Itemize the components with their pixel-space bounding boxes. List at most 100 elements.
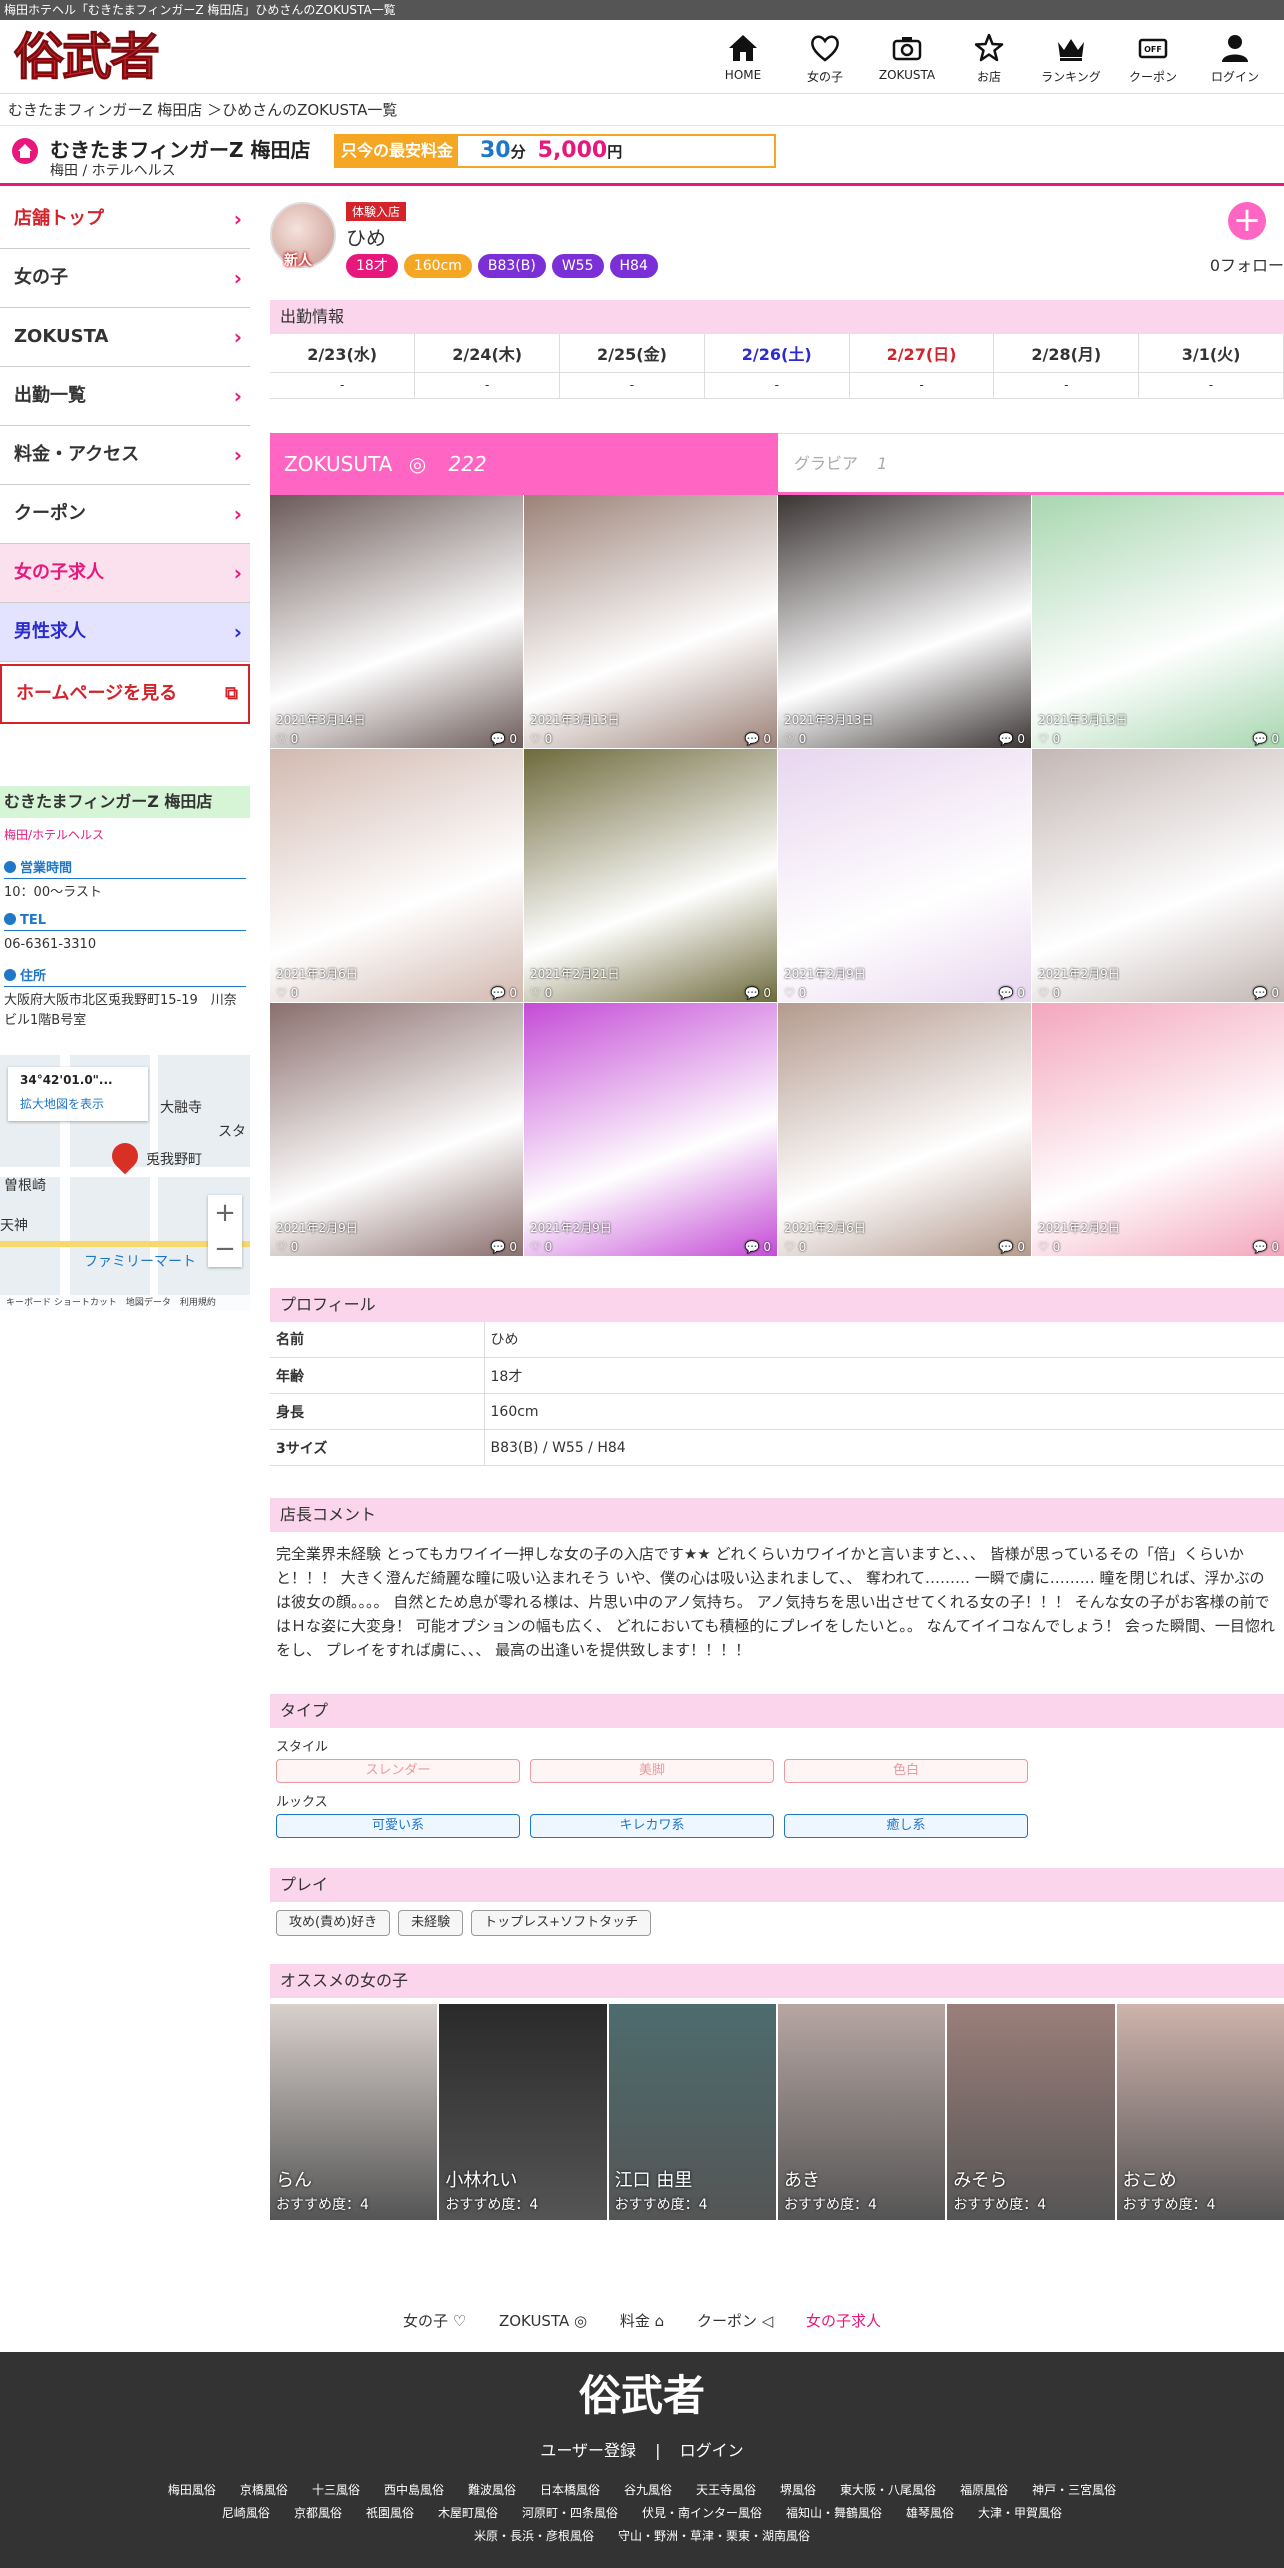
footer-nav-girls[interactable]: 女の子 ♡ bbox=[403, 2312, 466, 2330]
recommended-girl-card[interactable]: おこめ おすすめ度：4 bbox=[1116, 2004, 1284, 2220]
footer-area-link[interactable]: 堺風俗 bbox=[780, 2479, 816, 2502]
footer-nav: 女の子 ♡ ZOKUSTA ◎ 料金 ⌂ クーポン ◁ 女の子求人 bbox=[0, 2310, 1284, 2331]
follow-button[interactable]: + bbox=[1228, 202, 1266, 240]
schedule-heading: 出勤情報 bbox=[270, 300, 1284, 334]
map-bigger-link[interactable]: 拡大地図を表示 bbox=[20, 1095, 136, 1112]
recommend-heading: オススメの女の子 bbox=[270, 1964, 1284, 1998]
post-grid: 2021年3月14日 ♡ 0 💬 0 2021年3月13日 ♡ 0 💬 0 2021年3月1… bbox=[270, 494, 1284, 1256]
recommended-girl-card[interactable]: らん おすすめ度：4 bbox=[270, 2004, 438, 2220]
register-link[interactable]: ユーザー登録 bbox=[540, 2441, 636, 2460]
homepage-button[interactable]: ホームページを見る ⧉ bbox=[0, 664, 250, 724]
recommend-list: らん おすすめ度：4 小林れい おすすめ度：4 江口 由里 おすすめ度：4 あき おすすめ度：… bbox=[270, 2004, 1284, 2220]
footer-area-link[interactable]: 十三風俗 bbox=[312, 2479, 360, 2502]
tab-gravure[interactable]: グラビア 1 bbox=[778, 432, 1284, 495]
shop-name[interactable]: むきたまフィンガーZ 梅田店 bbox=[50, 134, 310, 163]
tel-value[interactable]: 06-6361-3310 bbox=[0, 931, 250, 955]
nav-shops[interactable]: お店 bbox=[948, 32, 1030, 85]
footer-area-link[interactable]: 守山・野洲・草津・栗東・湖南風俗 bbox=[618, 2525, 810, 2548]
nav-login[interactable]: ログイン bbox=[1194, 32, 1276, 85]
post-thumbnail[interactable]: 2021年2月9日 ♡ 0 💬 0 bbox=[270, 1002, 523, 1256]
footer-area-link[interactable]: 木屋町風俗 bbox=[438, 2502, 498, 2525]
post-comments: 💬 0 bbox=[998, 1239, 1025, 1254]
nav-coupon[interactable]: OFF クーポン bbox=[1112, 32, 1194, 85]
footer-area-link[interactable]: 伏見・南インター風俗 bbox=[642, 2502, 762, 2525]
star-icon bbox=[974, 33, 1004, 62]
footer-area-link[interactable]: 京都風俗 bbox=[294, 2502, 342, 2525]
post-thumbnail[interactable]: 2021年2月21日 ♡ 0 💬 0 bbox=[524, 748, 777, 1002]
post-likes: ♡ 0 bbox=[784, 1239, 807, 1254]
trial-badge: 体験入店 bbox=[346, 202, 407, 221]
footer-area-link[interactable]: 雄琴風俗 bbox=[906, 2502, 954, 2525]
chevron-right-icon: › bbox=[233, 384, 242, 408]
footer-area-link[interactable]: 日本橋風俗 bbox=[540, 2479, 600, 2502]
footer-area-link[interactable]: 天王寺風俗 bbox=[696, 2479, 756, 2502]
footer-nav-zokusta[interactable]: ZOKUSTA ◎ bbox=[499, 2312, 587, 2330]
footer-area-link[interactable]: 難波風俗 bbox=[468, 2479, 516, 2502]
tab-zokusta[interactable]: ZOKUSUTA ◎ 222 bbox=[270, 432, 778, 495]
clock-icon bbox=[4, 861, 16, 873]
recommended-girl-card[interactable]: あき おすすめ度：4 bbox=[777, 2004, 946, 2220]
footer-area-link[interactable]: 祇園風俗 bbox=[366, 2502, 414, 2525]
footer-nav-coupon[interactable]: クーポン ◁ bbox=[697, 2312, 773, 2330]
footer-area-link[interactable]: 東大阪・八尾風俗 bbox=[840, 2479, 936, 2502]
schedule-value: - bbox=[270, 372, 416, 399]
post-thumbnail[interactable]: 2021年3月13日 ♡ 0 💬 0 bbox=[778, 494, 1031, 748]
post-thumbnail[interactable]: 2021年3月13日 ♡ 0 💬 0 bbox=[524, 494, 777, 748]
recommended-girl-card[interactable]: 小林れい おすすめ度：4 bbox=[439, 2004, 607, 2220]
shop-info-category: 梅田/ホテルヘルス bbox=[4, 828, 105, 842]
sidebar-item-girls[interactable]: 女の子 › bbox=[0, 249, 250, 308]
footer-area-link[interactable]: 梅田風俗 bbox=[168, 2479, 216, 2502]
google-map[interactable]: 34°42'01.0"... 拡大地図を表示 兎我野町 曽根崎 ファミリーマート… bbox=[0, 1055, 250, 1311]
style-label: スタイル bbox=[276, 1740, 329, 1755]
post-likes: ♡ 0 bbox=[530, 1239, 553, 1254]
nav-zokusta[interactable]: ZOKUSTA bbox=[866, 32, 948, 85]
sidebar-item-coupon[interactable]: クーポン › bbox=[0, 485, 250, 544]
looks-chips: 可愛い系 キレカワ系 癒し系 bbox=[270, 1810, 1284, 1838]
looks-chip: 癒し系 bbox=[784, 1814, 1028, 1838]
post-thumbnail[interactable]: 2021年2月6日 ♡ 0 💬 0 bbox=[778, 1002, 1031, 1256]
footer-area-link[interactable]: 谷九風俗 bbox=[624, 2479, 672, 2502]
footer-logo[interactable]: 俗武者 bbox=[0, 2352, 1284, 2423]
post-thumbnail[interactable]: 2021年2月2日 ♡ 0 💬 0 bbox=[1032, 1002, 1284, 1256]
sidebar-item-zokusta[interactable]: ZOKUSTA › bbox=[0, 308, 250, 367]
footer-area-link[interactable]: 福原風俗 bbox=[960, 2479, 1008, 2502]
login-link[interactable]: ログイン bbox=[680, 2441, 744, 2460]
footer-area-link[interactable]: 神戸・三宮風俗 bbox=[1032, 2479, 1116, 2502]
nav-home[interactable]: HOME bbox=[702, 32, 784, 85]
post-comments: 💬 0 bbox=[744, 985, 771, 1000]
sidebar-item-girl-jobs[interactable]: 女の子求人 › bbox=[0, 544, 250, 603]
age-tag: 18才 bbox=[346, 254, 398, 278]
footer-nav-girl-jobs[interactable]: 女の子求人 bbox=[806, 2312, 881, 2330]
footer-nav-price[interactable]: 料金 ⌂ bbox=[620, 2312, 664, 2330]
post-thumbnail[interactable]: 2021年2月9日 ♡ 0 💬 0 bbox=[1032, 748, 1284, 1002]
breadcrumb[interactable]: むきたまフィンガーZ 梅田店 ＞ひめさんのZOKUSTA一覧 bbox=[0, 94, 1284, 126]
footer-area-link[interactable]: 河原町・四条風俗 bbox=[522, 2502, 618, 2525]
footer-area-link[interactable]: 尼崎風俗 bbox=[222, 2502, 270, 2525]
type-heading: タイプ bbox=[270, 1694, 1284, 1728]
post-thumbnail[interactable]: 2021年2月9日 ♡ 0 💬 0 bbox=[524, 1002, 777, 1256]
footer-area-link[interactable]: 米原・長浜・彦根風俗 bbox=[474, 2525, 594, 2548]
sidebar-item-price-access[interactable]: 料金・アクセス › bbox=[0, 426, 250, 485]
post-thumbnail[interactable]: 2021年2月9日 ♡ 0 💬 0 bbox=[778, 748, 1031, 1002]
post-thumbnail[interactable]: 2021年3月14日 ♡ 0 💬 0 bbox=[270, 494, 523, 748]
post-thumbnail[interactable]: 2021年3月13日 ♡ 0 💬 0 bbox=[1032, 494, 1284, 748]
sidebar-item-shop-top[interactable]: 店舗トップ › bbox=[0, 190, 250, 249]
footer-area-link[interactable]: 大津・甲賀風俗 bbox=[978, 2502, 1062, 2525]
price-yen-unit: 円 bbox=[607, 143, 623, 161]
nav-ranking[interactable]: ランキング bbox=[1030, 32, 1112, 85]
map-footer[interactable]: キーボード ショートカット 地図データ 利用規約 bbox=[0, 1295, 250, 1311]
site-logo[interactable]: 俗武者 bbox=[14, 27, 161, 86]
address-heading: 住所 bbox=[4, 965, 246, 987]
sidebar-item-schedule[interactable]: 出勤一覧 › bbox=[0, 367, 250, 426]
sidebar-item-male-jobs[interactable]: 男性求人 › bbox=[0, 603, 250, 662]
footer-area-link[interactable]: 福知山・舞鶴風俗 bbox=[786, 2502, 882, 2525]
nav-girls[interactable]: 女の子 bbox=[784, 32, 866, 85]
footer-area-link[interactable]: 西中島風俗 bbox=[384, 2479, 444, 2502]
recommended-girl-card[interactable]: 江口 由里 おすすめ度：4 bbox=[608, 2004, 776, 2220]
manager-comment: 完全業界未経験 とってもカワイイ一押しな女の子の入店です★★ どれくらいカワイイ… bbox=[276, 1545, 1275, 1659]
comment-section: 店長コメント 完全業界未経験 とってもカワイイ一押しな女の子の入店です★★ どれ… bbox=[270, 1498, 1284, 1672]
post-thumbnail[interactable]: 2021年3月6日 ♡ 0 💬 0 bbox=[270, 748, 523, 1002]
footer-area-link[interactable]: 京橋風俗 bbox=[240, 2479, 288, 2502]
recommended-girl-card[interactable]: みそら おすすめ度：4 bbox=[947, 2004, 1115, 2220]
map-zoom-control[interactable]: + − bbox=[208, 1195, 242, 1267]
